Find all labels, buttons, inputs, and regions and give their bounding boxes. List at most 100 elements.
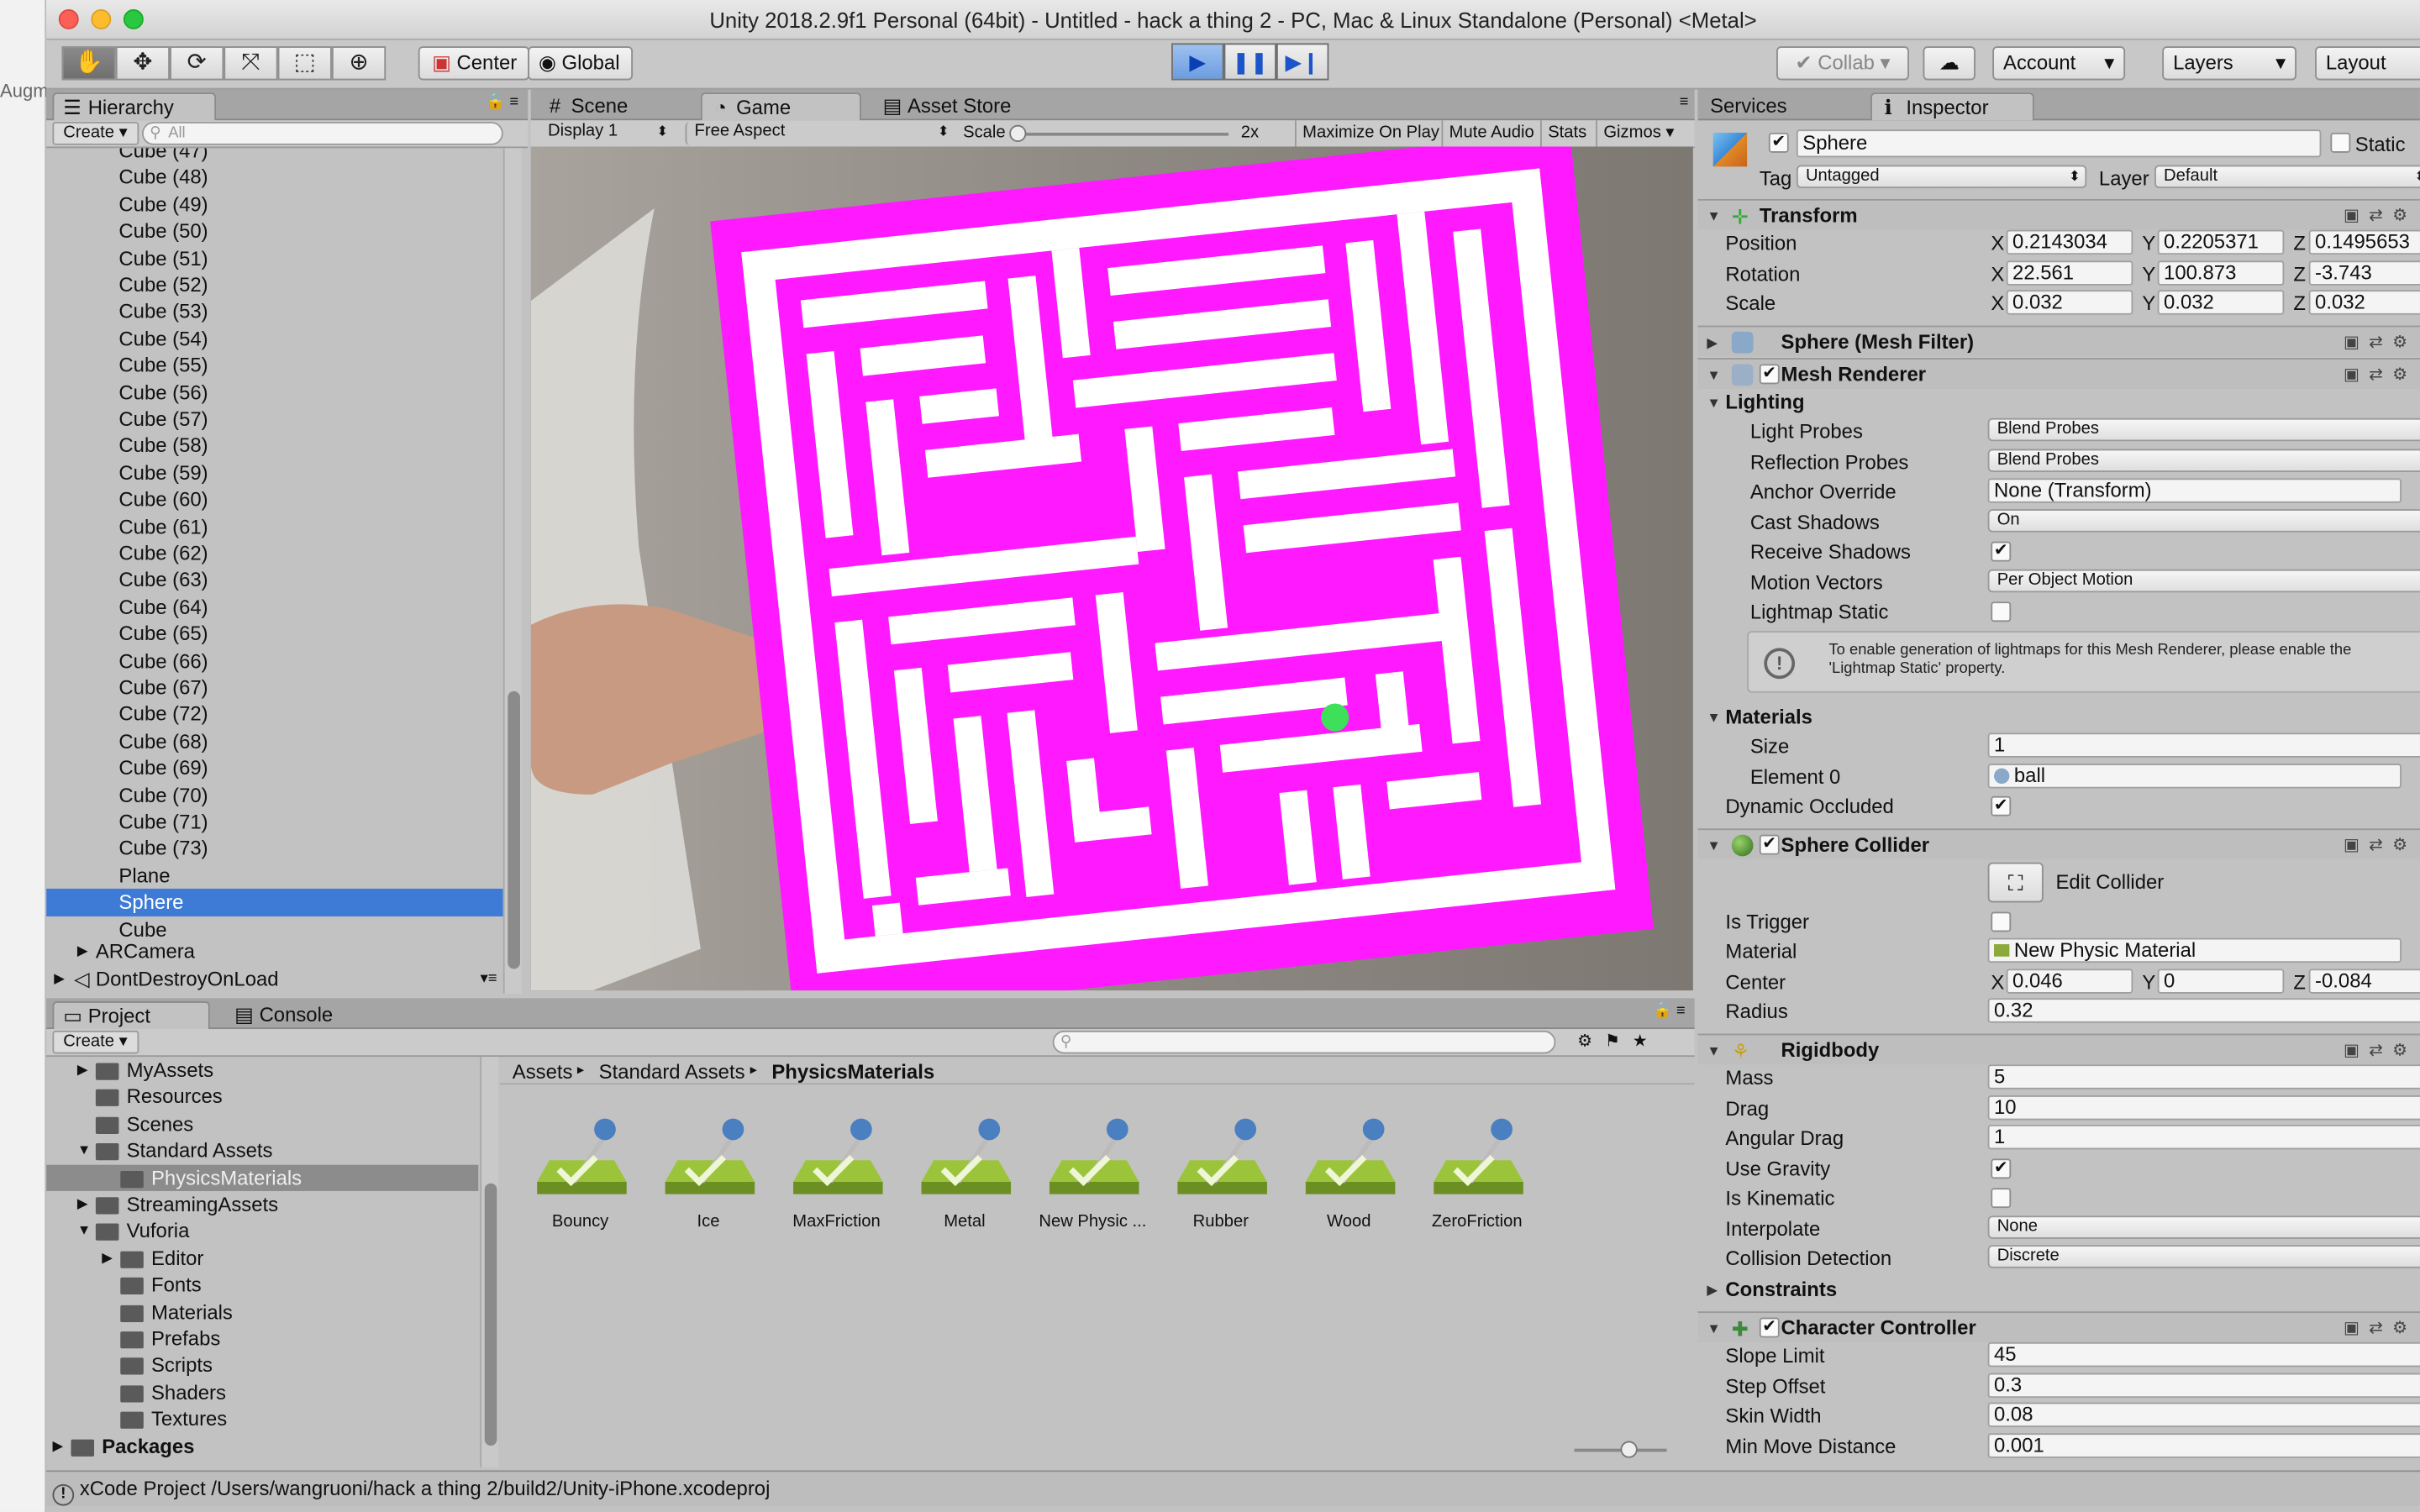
- hierarchy-item[interactable]: Cube (63): [46, 567, 503, 594]
- use-gravity-checkbox[interactable]: ✔: [1991, 1158, 2012, 1179]
- min-move-distance-field[interactable]: 0.001: [1987, 1433, 2420, 1458]
- project-folder-item[interactable]: ▶ StreamingAssets: [46, 1191, 478, 1218]
- panel-menu-icon[interactable]: 🔒 ≡: [1653, 1003, 1686, 1020]
- chevron-right-icon[interactable]: ▶: [102, 1245, 113, 1272]
- anchor-override-field[interactable]: None (Transform): [1987, 478, 2402, 503]
- asset-tile[interactable]: New Physic ...: [1039, 1114, 1147, 1231]
- tab-asset-store[interactable]: ▤ Asset Store: [874, 92, 1040, 120]
- edit-collider-button[interactable]: ⛶: [1987, 862, 2044, 903]
- rotation-y-field[interactable]: 100.873: [2157, 260, 2285, 286]
- asset-tile[interactable]: Rubber: [1167, 1114, 1276, 1231]
- breadcrumb-assets[interactable]: Assets: [513, 1060, 573, 1084]
- hierarchy-create-button[interactable]: Create ▾: [52, 122, 139, 145]
- hierarchy-item[interactable]: Cube (48): [46, 164, 503, 191]
- icon-size-slider[interactable]: [1574, 1441, 1667, 1458]
- component-settings-icon[interactable]: ▣⇄⚙: [2344, 1318, 2417, 1337]
- tab-game[interactable]: ◔ Game: [700, 92, 861, 121]
- cast-shadows-dropdown[interactable]: On: [1987, 509, 2420, 533]
- center-z-field[interactable]: -0.084: [2308, 969, 2420, 994]
- pivot-center-button[interactable]: ▣ Center: [418, 46, 529, 81]
- hierarchy-scroll-thumb[interactable]: [508, 690, 520, 969]
- chevron-down-icon[interactable]: ▼: [1707, 395, 1720, 410]
- mute-audio-toggle[interactable]: Mute Audio: [1441, 120, 1534, 147]
- hierarchy-item[interactable]: Cube (49): [46, 191, 503, 218]
- hierarchy-item[interactable]: Cube (53): [46, 298, 503, 325]
- panel-menu-icon[interactable]: ≡: [1680, 94, 1689, 111]
- lightmap-static-checkbox[interactable]: [1991, 601, 2012, 622]
- center-x-field[interactable]: 0.046: [2006, 969, 2133, 994]
- project-folder-item[interactable]: Materials: [46, 1299, 478, 1326]
- hierarchy-item[interactable]: Cube (72): [46, 701, 503, 728]
- collider-material-field[interactable]: New Physic Material: [1987, 937, 2402, 963]
- tab-console[interactable]: ▤ Console: [225, 1001, 364, 1029]
- hierarchy-item[interactable]: Cube (62): [46, 540, 503, 567]
- maximize-on-play-toggle[interactable]: Maximize On Play: [1294, 120, 1439, 147]
- hierarchy-item[interactable]: Cube (61): [46, 513, 503, 540]
- collab-dropdown[interactable]: ✔ Collab ▾: [1776, 46, 1909, 81]
- project-folder-item[interactable]: Scenes: [46, 1110, 478, 1137]
- rotation-x-field[interactable]: 22.561: [2006, 260, 2133, 286]
- hierarchy-item[interactable]: Cube (51): [46, 244, 503, 271]
- gizmos-dropdown[interactable]: Gizmos ▾: [1596, 120, 1675, 147]
- active-checkbox[interactable]: ✔: [1768, 132, 1789, 153]
- scale-x-field[interactable]: 0.032: [2006, 290, 2133, 315]
- breadcrumb-standard-assets[interactable]: Standard Assets: [599, 1060, 745, 1084]
- tab-services[interactable]: Services: [1697, 92, 1852, 120]
- project-folder-item[interactable]: Textures: [46, 1406, 478, 1433]
- scale-y-field[interactable]: 0.032: [2157, 290, 2285, 315]
- hierarchy-item[interactable]: Cube (71): [46, 808, 503, 835]
- scene-menu-icon[interactable]: ▾≡: [480, 966, 497, 993]
- stats-toggle[interactable]: Stats: [1540, 120, 1586, 147]
- background-app-window[interactable]: Augm: [0, 0, 49, 1512]
- receive-shadows-checkbox[interactable]: ✔: [1991, 541, 2012, 562]
- project-folder-item[interactable]: ▶ Editor: [46, 1245, 478, 1272]
- chevron-right-icon[interactable]: ▶: [77, 1057, 88, 1084]
- scale-tool-icon[interactable]: ⤧: [224, 46, 278, 81]
- favorite-icon[interactable]: ★: [1633, 1032, 1660, 1051]
- chevron-down-icon[interactable]: ▼: [1707, 1320, 1720, 1336]
- project-folder-item[interactable]: ▼ Standard Assets: [46, 1137, 478, 1164]
- hierarchy-item[interactable]: Cube (64): [46, 594, 503, 621]
- component-settings-icon[interactable]: ▣⇄⚙: [2344, 1040, 2417, 1060]
- chevron-down-icon[interactable]: ▼: [1707, 710, 1720, 725]
- chevron-down-icon[interactable]: ▼: [1707, 1043, 1720, 1058]
- layer-dropdown[interactable]: Default: [2154, 165, 2420, 189]
- hand-tool-icon[interactable]: ✋: [61, 46, 116, 81]
- is-trigger-checkbox[interactable]: [1991, 911, 2012, 932]
- project-create-button[interactable]: Create ▾: [52, 1030, 139, 1054]
- hierarchy-item[interactable]: Cube (73): [46, 835, 503, 862]
- project-folder-item[interactable]: Prefabs: [46, 1326, 478, 1352]
- chevron-down-icon[interactable]: ▼: [1707, 837, 1720, 853]
- reflection-probes-dropdown[interactable]: Blend Probes: [1987, 449, 2420, 473]
- hierarchy-scrollbar[interactable]: [502, 148, 522, 994]
- minimize-window-button[interactable]: [91, 9, 112, 29]
- hierarchy-item[interactable]: Cube (57): [46, 406, 503, 433]
- position-z-field[interactable]: 0.1495653: [2308, 229, 2420, 255]
- game-view[interactable]: [530, 146, 1693, 991]
- hierarchy-item[interactable]: Cube (55): [46, 352, 503, 379]
- object-name-field[interactable]: Sphere: [1796, 129, 2322, 158]
- drag-field[interactable]: 10: [1987, 1095, 2420, 1121]
- rotation-z-field[interactable]: -3.743: [2308, 260, 2420, 286]
- chevron-down-icon[interactable]: ▼: [77, 1218, 91, 1245]
- play-button[interactable]: ▶: [1171, 43, 1224, 81]
- hierarchy-item[interactable]: Plane: [46, 862, 503, 889]
- filter-type-icon[interactable]: ⚙: [1577, 1032, 1605, 1051]
- component-settings-icon[interactable]: ▣⇄⚙: [2344, 364, 2417, 384]
- step-offset-field[interactable]: 0.3: [1987, 1373, 2420, 1399]
- element0-field[interactable]: ball: [1987, 764, 2402, 789]
- project-search-input[interactable]: ⚲: [1052, 1030, 1556, 1054]
- chevron-down-icon[interactable]: ▼: [77, 1137, 91, 1164]
- hierarchy-item[interactable]: Cube (60): [46, 486, 503, 513]
- hierarchy-item[interactable]: Cube (47): [118, 148, 208, 164]
- zoom-window-button[interactable]: [123, 9, 144, 29]
- static-checkbox[interactable]: [2330, 132, 2351, 153]
- sphere-collider-enabled-checkbox[interactable]: ✔: [1759, 834, 1780, 855]
- tag-dropdown[interactable]: Untagged: [1796, 165, 2087, 189]
- project-folder-item[interactable]: ▶ MyAssets: [46, 1057, 478, 1084]
- hierarchy-item[interactable]: Cube (52): [46, 271, 503, 298]
- hierarchy-item[interactable]: Cube (54): [46, 325, 503, 352]
- asset-tile[interactable]: ZeroFriction: [1423, 1114, 1531, 1231]
- hierarchy-item[interactable]: Cube (50): [46, 218, 503, 244]
- asset-tile[interactable]: Wood: [1295, 1114, 1403, 1231]
